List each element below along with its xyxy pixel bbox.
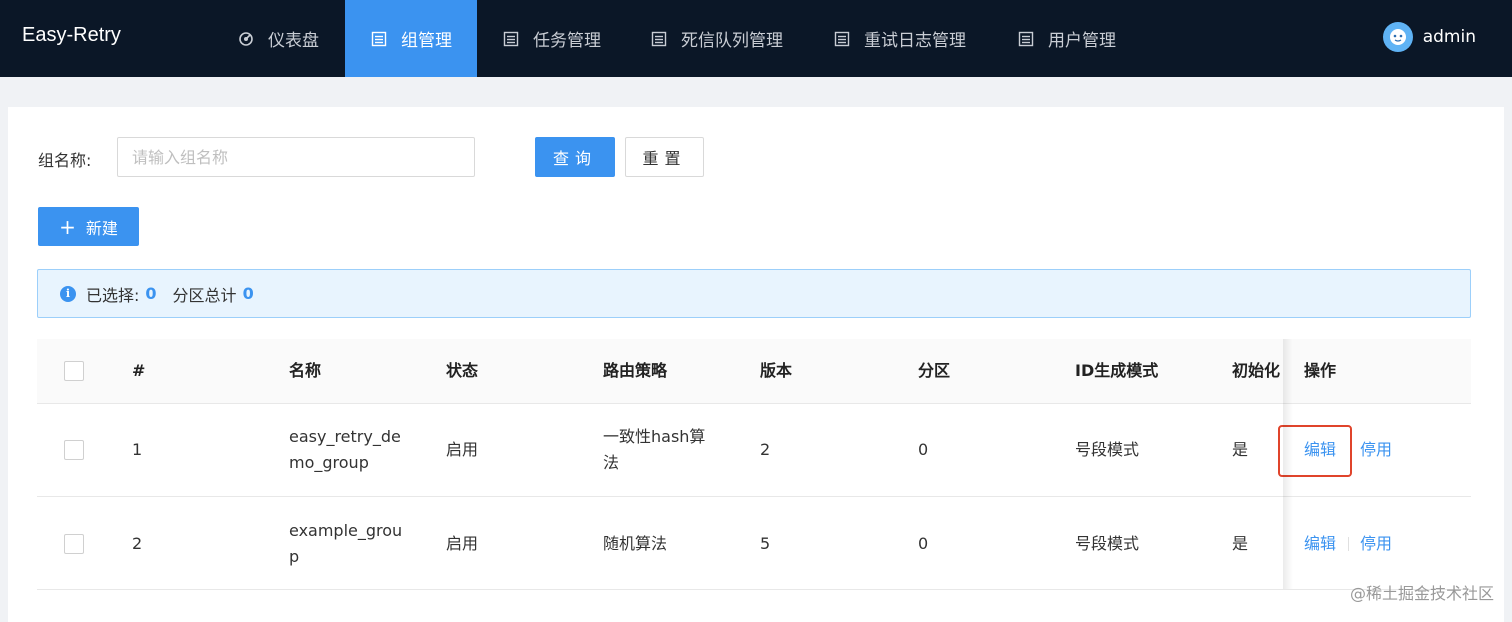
nav-item-label: 死信队列管理 xyxy=(681,31,783,51)
row-version: 2 xyxy=(760,440,771,459)
group-name-input[interactable] xyxy=(117,137,475,177)
col-index: # xyxy=(132,361,146,380)
reset-button[interactable]: 重置 xyxy=(625,137,704,177)
table-row: 2 example_grou p 启用 随机算法 5 0 号段模式 是 编辑 停… xyxy=(37,497,1471,590)
selected-label: 已选择: xyxy=(86,285,140,305)
selection-alert: i 已选择: 0 分区总计 0 xyxy=(37,269,1471,318)
selected-count: 0 xyxy=(145,284,157,303)
user-menu[interactable]: admin xyxy=(1382,22,1476,52)
disable-link[interactable]: 停用 xyxy=(1360,437,1392,463)
row-id-mode: 号段模式 xyxy=(1075,440,1140,459)
row-name-line: mo_group xyxy=(289,453,369,472)
col-partition: 分区 xyxy=(918,361,951,380)
partition-label: 分区总计 xyxy=(172,285,237,305)
nav-item-dead-letter[interactable]: 死信队列管理 xyxy=(625,0,808,77)
new-button-label: 新建 xyxy=(85,218,118,238)
row-init: 是 xyxy=(1232,534,1249,553)
row-name: example_grou p xyxy=(289,518,402,570)
list-icon xyxy=(1018,31,1034,46)
plus-icon: + xyxy=(59,214,76,239)
search-label: 组名称: xyxy=(38,151,92,170)
list-icon xyxy=(503,31,519,46)
query-button[interactable]: 查询 xyxy=(535,137,615,177)
row-name-line: easy_retry_de xyxy=(289,427,401,446)
row-route-line: 一致性hash算 xyxy=(603,427,706,446)
row-checkbox[interactable] xyxy=(64,534,84,554)
row-name-line: p xyxy=(289,547,300,566)
row-id-mode: 号段模式 xyxy=(1075,534,1140,553)
top-header: Easy-Retry 仪表盘 组管理 任务管理 死信队列管理 重试日志管理 用户… xyxy=(0,0,1512,77)
row-route: 随机算法 xyxy=(603,534,668,553)
col-name: 名称 xyxy=(289,361,322,380)
username: admin xyxy=(1422,27,1476,47)
list-icon xyxy=(834,31,850,46)
info-icon: i xyxy=(60,285,76,302)
nav-item-users[interactable]: 用户管理 xyxy=(992,0,1142,77)
list-icon xyxy=(371,31,387,46)
row-name-line: example_grou xyxy=(289,521,403,540)
nav-item-group[interactable]: 组管理 xyxy=(345,0,477,77)
row-partition: 0 xyxy=(918,534,929,553)
row-name: easy_retry_de mo_group xyxy=(289,424,401,476)
row-partition: 0 xyxy=(918,440,929,459)
col-status: 状态 xyxy=(446,361,479,380)
row-checkbox[interactable] xyxy=(64,440,84,460)
row-status: 启用 xyxy=(446,534,479,553)
nav-item-tasks[interactable]: 任务管理 xyxy=(477,0,625,77)
nav-item-retry-log[interactable]: 重试日志管理 xyxy=(808,0,992,77)
op-divider xyxy=(1348,537,1349,551)
table-row: 1 easy_retry_de mo_group 启用 一致性hash算 法 2… xyxy=(37,404,1471,497)
nav-item-label: 组管理 xyxy=(401,31,452,51)
avatar-face-icon xyxy=(1389,29,1406,45)
col-route: 路由策略 xyxy=(603,361,668,380)
watermark: @稀土掘金技术社区 xyxy=(1349,584,1494,603)
nav-item-label: 仪表盘 xyxy=(268,31,319,51)
nav-item-label: 用户管理 xyxy=(1048,31,1116,51)
nav-item-label: 任务管理 xyxy=(533,31,601,51)
row-index: 2 xyxy=(132,534,143,553)
row-route: 一致性hash算 法 xyxy=(603,424,705,476)
list-icon xyxy=(651,31,667,46)
nav-item-dashboard[interactable]: 仪表盘 xyxy=(212,0,345,77)
select-all-checkbox[interactable] xyxy=(64,361,84,381)
edit-link[interactable]: 编辑 xyxy=(1304,531,1336,557)
disable-link[interactable]: 停用 xyxy=(1360,531,1392,557)
col-version: 版本 xyxy=(760,361,793,380)
row-version: 5 xyxy=(760,534,771,553)
row-init: 是 xyxy=(1232,440,1249,459)
avatar xyxy=(1382,22,1413,52)
dashboard-icon xyxy=(239,31,253,46)
fixed-column-shadow xyxy=(1283,339,1293,589)
col-init: 初始化 xyxy=(1232,361,1281,380)
col-ops: 操作 xyxy=(1304,361,1337,380)
row-route-line: 法 xyxy=(603,453,620,472)
table-header: # 名称 状态 路由策略 版本 分区 ID生成模式 初始化 操作 xyxy=(37,339,1471,404)
row-index: 1 xyxy=(132,440,143,459)
nav-item-label: 重试日志管理 xyxy=(864,31,966,51)
row-status: 启用 xyxy=(446,440,479,459)
content-card: 组名称: 查询 重置 + 新建 i 已选择: 0 分区总计 0 # 名称 状态 … xyxy=(8,107,1504,622)
app-brand[interactable]: Easy-Retry xyxy=(22,24,121,47)
col-id-mode: ID生成模式 xyxy=(1075,361,1159,380)
partition-count: 0 xyxy=(242,284,254,303)
new-button[interactable]: + 新建 xyxy=(38,207,139,246)
